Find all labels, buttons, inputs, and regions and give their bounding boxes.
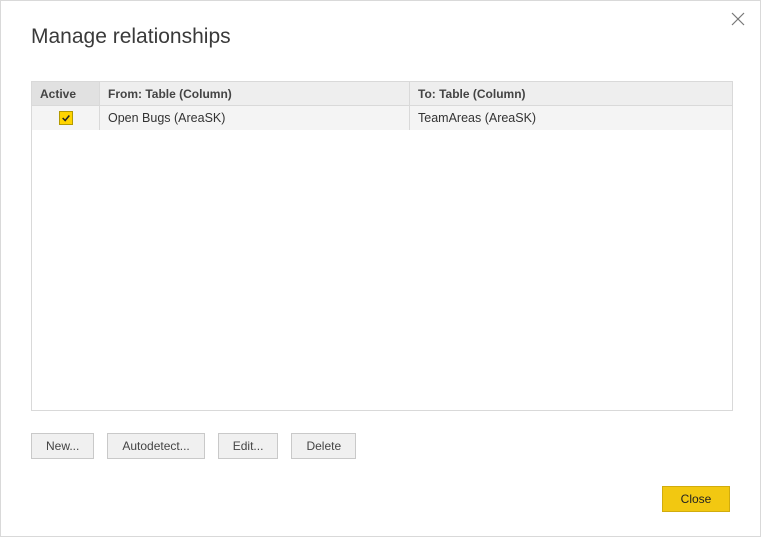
- manage-relationships-dialog: Manage relationships Active From: Table …: [0, 0, 761, 537]
- close-icon[interactable]: [730, 11, 746, 27]
- active-checkbox[interactable]: [59, 111, 73, 125]
- edit-button[interactable]: Edit...: [218, 433, 279, 459]
- table-row[interactable]: Open Bugs (AreaSK) TeamAreas (AreaSK): [32, 106, 732, 130]
- autodetect-button[interactable]: Autodetect...: [107, 433, 204, 459]
- delete-button[interactable]: Delete: [291, 433, 356, 459]
- column-header-to[interactable]: To: Table (Column): [410, 82, 732, 105]
- table-body: Open Bugs (AreaSK) TeamAreas (AreaSK): [32, 106, 732, 410]
- dialog-footer: Close: [662, 486, 730, 512]
- column-header-from[interactable]: From: Table (Column): [100, 82, 410, 105]
- cell-to: TeamAreas (AreaSK): [410, 106, 732, 130]
- dialog-title: Manage relationships: [31, 25, 231, 49]
- new-button[interactable]: New...: [31, 433, 94, 459]
- cell-active: [32, 106, 100, 130]
- action-button-row: New... Autodetect... Edit... Delete: [31, 433, 356, 459]
- table-header-row: Active From: Table (Column) To: Table (C…: [32, 82, 732, 106]
- relationships-table: Active From: Table (Column) To: Table (C…: [31, 81, 733, 411]
- cell-from: Open Bugs (AreaSK): [100, 106, 410, 130]
- close-button[interactable]: Close: [662, 486, 730, 512]
- column-header-active[interactable]: Active: [32, 82, 100, 105]
